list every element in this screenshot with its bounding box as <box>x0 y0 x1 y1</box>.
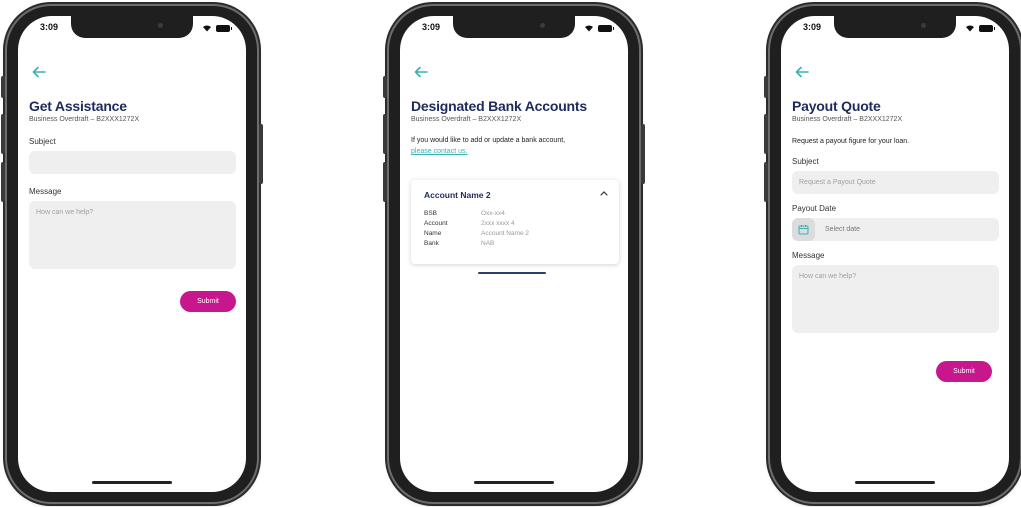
wifi-icon <box>585 25 593 32</box>
phone-payout-quote: 3:09 Payout Quote Business Overdraft – B… <box>764 6 1020 502</box>
subject-label: Subject <box>792 157 819 166</box>
pager-indicator <box>478 272 546 274</box>
payout-date-field[interactable]: Select date <box>792 218 999 241</box>
camera-dot <box>921 23 926 28</box>
message-label: Message <box>792 251 825 260</box>
page-subtitle: Business Overdraft – B2XXX1272X <box>792 116 903 123</box>
message-label: Message <box>29 187 62 196</box>
page-title: Designated Bank Accounts <box>411 98 587 114</box>
payout-date-label: Payout Date <box>792 204 837 213</box>
volume-up-button <box>383 114 387 154</box>
page-subtitle: Business Overdraft – B2XXX1272X <box>29 116 140 123</box>
date-placeholder: Select date <box>825 226 861 233</box>
notch <box>453 16 575 38</box>
account-card[interactable]: Account Name 2 BSB Oxx-xx4 Account 2xxx … <box>411 180 619 264</box>
battery-icon <box>216 24 232 32</box>
home-indicator[interactable] <box>474 481 554 484</box>
back-arrow-icon[interactable] <box>32 66 46 78</box>
info-text-body: If you would like to add or update a ban… <box>411 137 566 144</box>
bank-accounts-content: Designated Bank Accounts Business Overdr… <box>411 98 618 157</box>
calendar-icon <box>798 225 809 235</box>
info-text: If you would like to add or update a ban… <box>411 135 618 157</box>
back-arrow-icon[interactable] <box>795 66 809 78</box>
power-button <box>641 124 645 184</box>
power-button <box>259 124 263 184</box>
page-title: Payout Quote <box>792 98 881 114</box>
screen: 3:09 Designated Bank Accounts Business O… <box>400 16 628 492</box>
home-indicator[interactable] <box>92 481 172 484</box>
intro-text: Request a payout figure for your loan. <box>792 138 910 145</box>
page-subtitle: Business Overdraft – B2XXX1272X <box>411 116 522 123</box>
camera-dot <box>158 23 163 28</box>
form: Payout Quote Business Overdraft – B2XXX1… <box>792 98 999 333</box>
mute-switch <box>383 76 387 98</box>
subject-label: Subject <box>29 137 56 146</box>
subject-input[interactable]: Request a Payout Quote <box>792 171 999 194</box>
volume-down-button <box>764 162 768 202</box>
contact-us-link[interactable]: please contact us. <box>411 148 467 155</box>
name-label: Name <box>424 230 442 237</box>
bank-value: NAB <box>481 240 495 247</box>
wifi-icon <box>966 25 974 32</box>
bsb-label: BSB <box>424 210 438 217</box>
back-arrow-icon[interactable] <box>414 66 428 78</box>
battery-icon <box>979 24 995 32</box>
status-time: 3:09 <box>40 22 59 32</box>
message-textarea[interactable]: How can we help? <box>29 201 236 269</box>
volume-up-button <box>1 114 5 154</box>
home-indicator[interactable] <box>855 481 935 484</box>
bank-label: Bank <box>424 240 439 247</box>
phone-get-assistance: 3:09 Get Assistance Business Overdraft –… <box>1 6 263 502</box>
volume-down-button <box>1 162 5 202</box>
form: Get Assistance Business Overdraft – B2XX… <box>29 98 236 269</box>
message-textarea[interactable]: How can we help? <box>792 265 999 333</box>
wifi-icon <box>203 25 211 32</box>
name-value: Account Name 2 <box>481 230 530 237</box>
phone-designated-bank-accounts: 3:09 Designated Bank Accounts Business O… <box>383 6 645 502</box>
page-title: Get Assistance <box>29 98 127 114</box>
volume-up-button <box>764 114 768 154</box>
mute-switch <box>1 76 5 98</box>
subject-input[interactable] <box>29 151 236 174</box>
screen: 3:09 Payout Quote Business Overdraft – B… <box>781 16 1009 492</box>
notch <box>834 16 956 38</box>
status-time: 3:09 <box>422 22 441 32</box>
bsb-value: Oxx-xx4 <box>481 210 505 217</box>
volume-down-button <box>383 162 387 202</box>
submit-button[interactable]: Submit <box>180 291 236 312</box>
calendar-button[interactable] <box>792 218 815 241</box>
screen: 3:09 Get Assistance Business Overdraft –… <box>18 16 246 492</box>
account-name-heading: Account Name 2 <box>424 190 491 200</box>
chevron-up-icon[interactable] <box>600 190 608 196</box>
mute-switch <box>764 76 768 98</box>
battery-icon <box>598 24 614 32</box>
submit-button[interactable]: Submit <box>936 361 992 382</box>
status-time: 3:09 <box>803 22 822 32</box>
camera-dot <box>540 23 545 28</box>
account-value: 2xxx xxxx 4 <box>481 220 515 227</box>
account-label: Account <box>424 220 448 227</box>
notch <box>71 16 193 38</box>
